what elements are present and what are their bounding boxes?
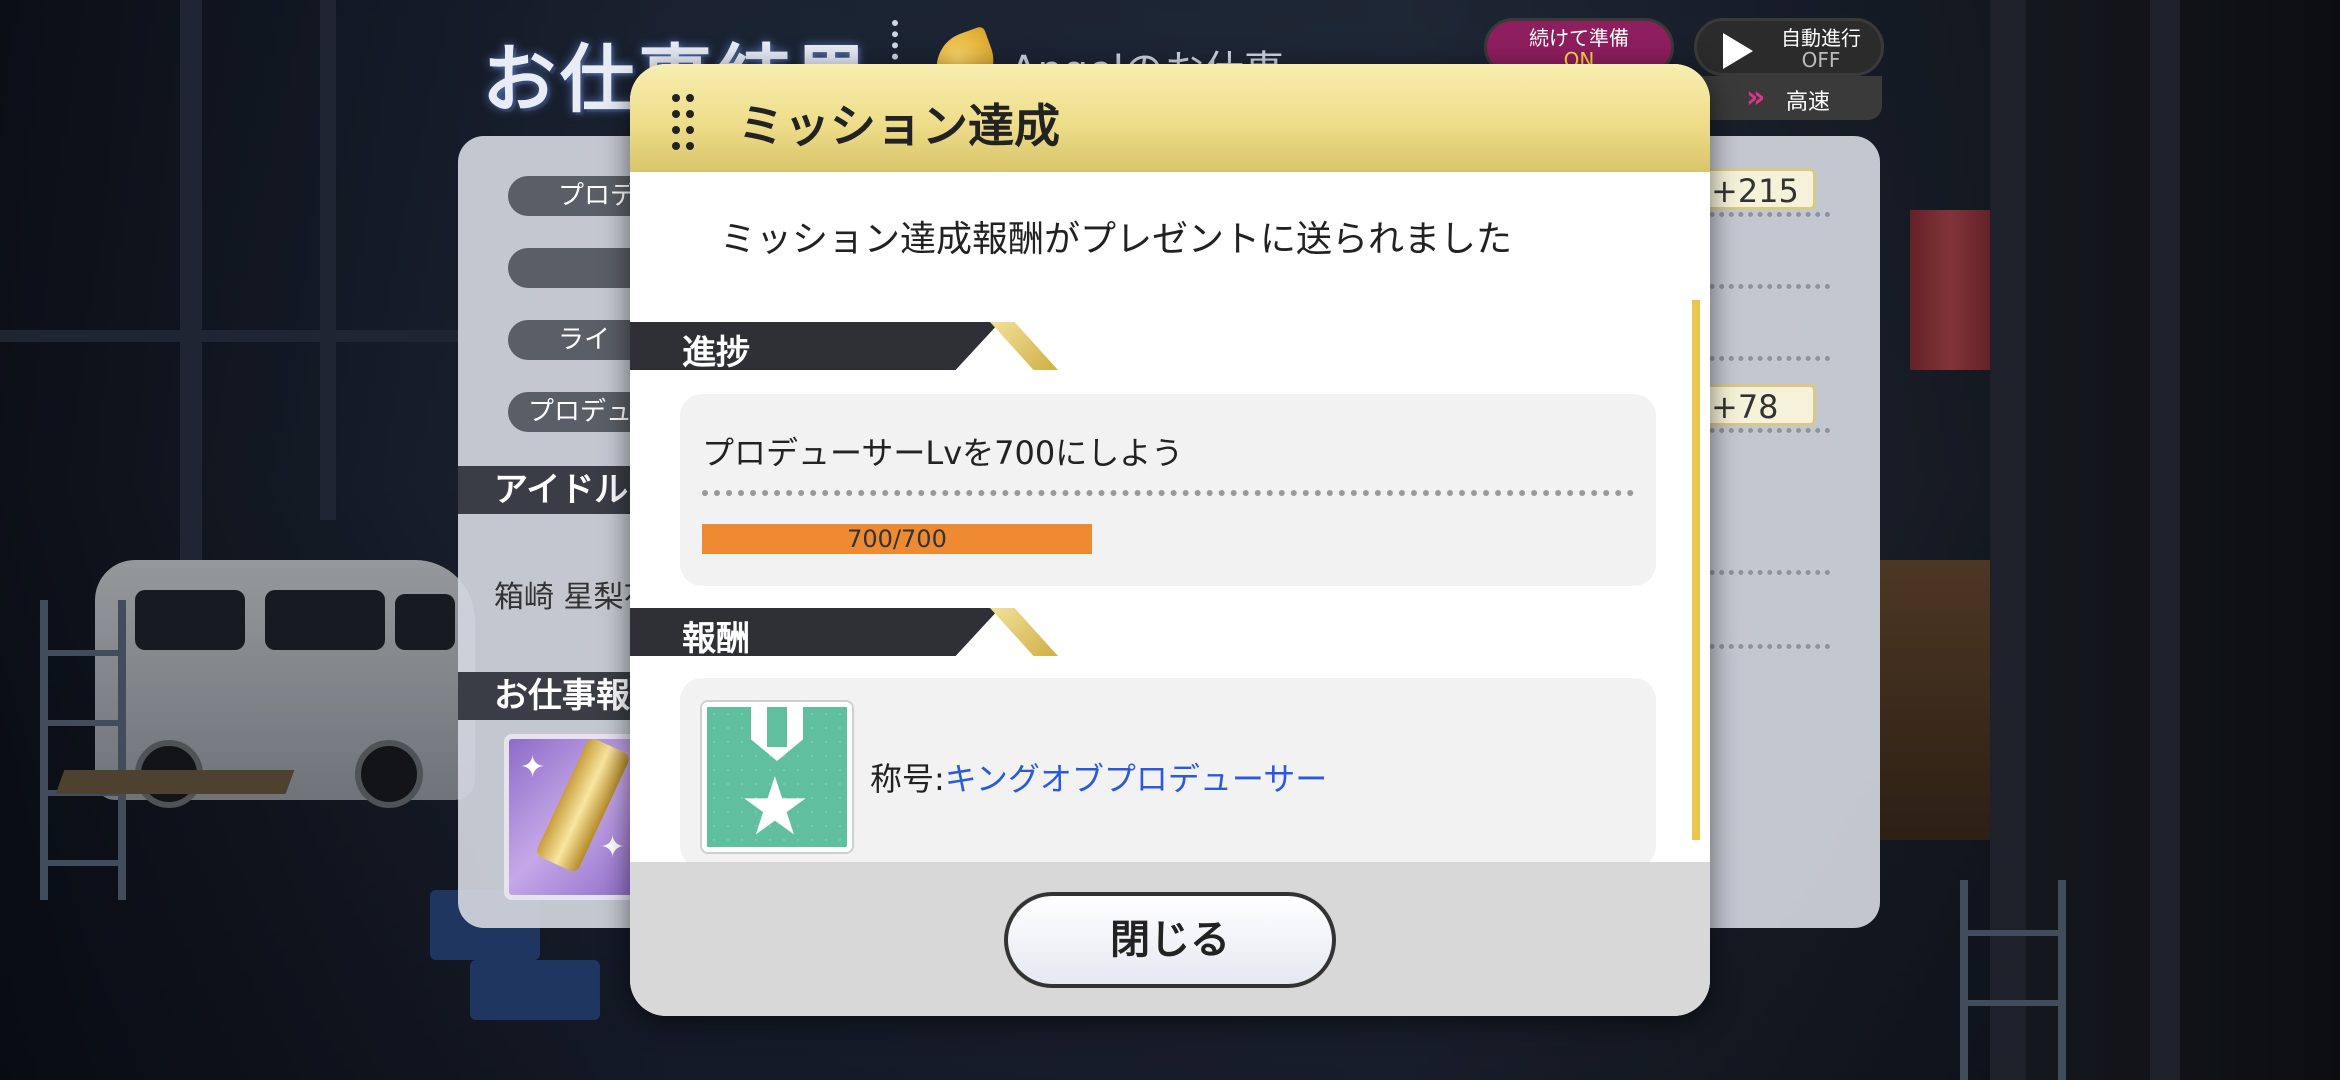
play-icon	[1723, 33, 1753, 69]
reward-section-header: お仕事報	[458, 672, 658, 720]
sparkle-icon: ✦	[600, 830, 626, 865]
dotted-divider	[1700, 644, 1830, 649]
result-row-value: +78	[1700, 384, 1816, 426]
reward-label: 称号:キングオブプロデューサー	[870, 754, 1327, 800]
mission-text: プロデューサーLvを700にしよう	[702, 434, 1184, 472]
dotted-divider	[1700, 570, 1830, 575]
continue-prep-label: 続けて準備	[1529, 26, 1629, 50]
double-chevron-icon: »	[1746, 80, 1766, 115]
dotted-divider	[702, 490, 1634, 496]
grip-dots-icon	[672, 94, 698, 150]
mission-card: プロデューサーLvを700にしよう 700/700	[680, 394, 1656, 586]
reward-prefix: 称号:	[870, 760, 945, 798]
mission-complete-dialog: ミッション達成 ミッション達成報酬がプレゼントに送られました 進捗 プロデューサ…	[630, 64, 1710, 1016]
dialog-header: ミッション達成	[630, 64, 1710, 172]
speed-toggle[interactable]: » 高速	[1694, 76, 1882, 120]
progress-section-header: 進捗	[630, 322, 1058, 373]
reward-section-header: 報酬	[630, 608, 1058, 659]
reward-card: ★ 称号:キングオブプロデューサー	[680, 678, 1656, 868]
speed-label: 高速	[1786, 90, 1831, 115]
dotted-divider	[1700, 212, 1830, 217]
reward-section-label: 報酬	[682, 619, 750, 659]
dialog-title: ミッション達成	[738, 99, 1060, 153]
auto-progress-state: OFF	[1801, 48, 1841, 72]
sparkle-icon: ✦	[520, 750, 546, 785]
result-row-value: +215	[1700, 168, 1816, 210]
auto-progress-label: 自動進行	[1781, 26, 1861, 50]
scrollbar-thumb[interactable]	[1692, 300, 1700, 840]
idol-section-header: アイドル	[458, 466, 658, 514]
reward-title-name[interactable]: キングオブプロデューサー	[945, 760, 1327, 798]
medal-star-icon: ★	[702, 702, 852, 852]
dialog-footer: 閉じる	[630, 862, 1710, 1016]
dialog-message: ミッション達成報酬がプレゼントに送られました	[720, 219, 1513, 260]
dotted-divider	[1700, 284, 1830, 289]
progress-text: 700/700	[847, 525, 947, 553]
dotted-divider	[1700, 356, 1830, 361]
dotted-divider	[1700, 428, 1830, 433]
close-button[interactable]: 閉じる	[1004, 892, 1336, 988]
progress-section-label: 進捗	[682, 333, 750, 373]
auto-progress-button[interactable]: 自動進行 OFF	[1694, 18, 1884, 76]
